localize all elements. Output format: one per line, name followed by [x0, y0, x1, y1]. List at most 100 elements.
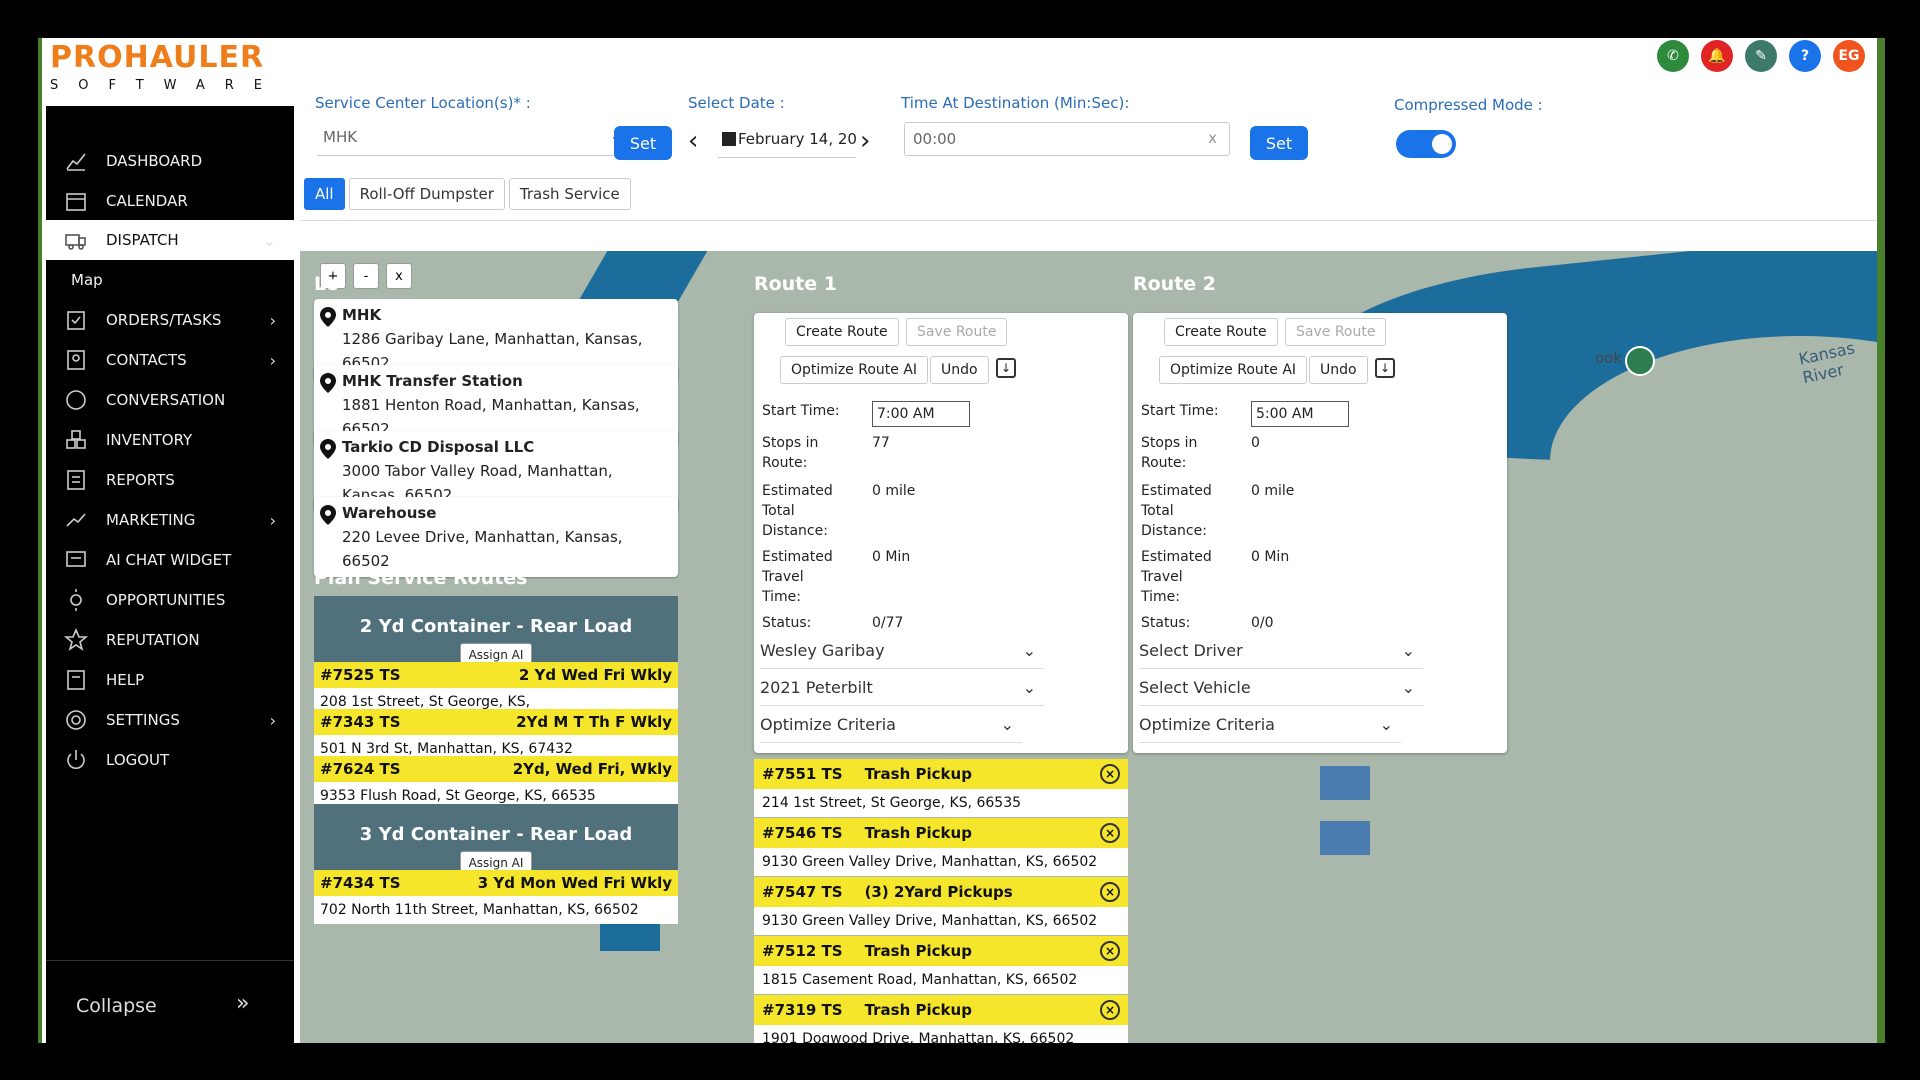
save-route-button[interactable]: Save Route	[1285, 318, 1387, 346]
remove-stop-icon[interactable]: ×	[1100, 1000, 1120, 1020]
set-location-button[interactable]: Set	[614, 126, 672, 160]
avatar-icon[interactable]: EG	[1833, 40, 1865, 72]
optimize-criteria-select[interactable]: Optimize Criteria ⌄	[760, 707, 1022, 743]
route-stop[interactable]: #7319 TS Trash Pickup × 1901 Dogwood Drive,…	[754, 995, 1128, 1043]
remove-stop-icon[interactable]: ×	[1100, 764, 1120, 784]
tab-roll-off-dumpster[interactable]: Roll-Off Dumpster	[348, 178, 505, 210]
phone-icon[interactable]: ✆	[1657, 40, 1689, 72]
optimize-route-button[interactable]: Optimize Route AI	[1159, 356, 1308, 384]
sidebar-item-dashboard[interactable]: DASHBOARD	[46, 141, 294, 181]
time-input[interactable]: 00:00 x	[904, 122, 1230, 156]
calendar-icon	[62, 189, 90, 213]
route-stop-desc: Trash Pickup	[864, 1001, 972, 1019]
start-time-input[interactable]: 5:00 AM	[1251, 401, 1349, 427]
stops-label: Stops in Route:	[762, 435, 819, 471]
route-stop[interactable]: #7546 TS Trash Pickup × 9130 Green Valley D…	[754, 818, 1128, 876]
vehicle-select[interactable]: 2021 Peterbilt ⌄	[760, 670, 1044, 706]
help-icon[interactable]: ?	[1789, 40, 1821, 72]
date-value: February 14, 2025	[738, 130, 856, 148]
start-time-input[interactable]: 7:00 AM	[872, 401, 970, 427]
driver-select[interactable]: Select Driver ⌄	[1139, 633, 1423, 669]
driver-select[interactable]: Wesley Garibay ⌄	[760, 633, 1044, 669]
save-route-button[interactable]: Save Route	[906, 318, 1008, 346]
map-building	[1320, 766, 1370, 800]
job-item[interactable]: #7434 TS 3 Yd Mon Wed Fri Wkly 702 North 1…	[314, 870, 678, 924]
sidebar-item-opportunities[interactable]: OPPORTUNITIES	[46, 580, 294, 620]
clear-icon[interactable]: x	[1208, 129, 1217, 147]
create-route-button[interactable]: Create Route	[1164, 318, 1278, 346]
sidebar-item-marketing[interactable]: MARKETING ›	[46, 500, 294, 540]
route-stop[interactable]: #7512 TS Trash Pickup × 1815 Casement Road,…	[754, 936, 1128, 994]
tools-icon[interactable]: ✎	[1745, 40, 1777, 72]
close-map-button[interactable]: x	[386, 263, 412, 289]
route-stop-desc: (3) 2Yard Pickups	[864, 883, 1013, 901]
distance-label: Estimated Total Distance:	[1141, 483, 1212, 539]
map-pin-icon	[320, 373, 336, 393]
sidebar-item-contacts[interactable]: CONTACTS ›	[46, 340, 294, 380]
route-stop[interactable]: #7547 TS (3) 2Yard Pickups × 9130 Green Val…	[754, 877, 1128, 935]
sidebar-item-help[interactable]: HELP	[46, 660, 294, 700]
prev-date-icon[interactable]: ‹	[688, 126, 698, 156]
bell-icon[interactable]: 🔔	[1701, 40, 1733, 72]
optimize-criteria-select[interactable]: Optimize Criteria ⌄	[1139, 707, 1401, 743]
sidebar-item-map[interactable]: Map	[46, 260, 294, 300]
star-icon	[62, 628, 90, 652]
sidebar-item-reports[interactable]: REPORTS	[46, 460, 294, 500]
job-item[interactable]: #7525 TS 2 Yd Wed Fri Wkly 208 1st Street,…	[314, 662, 678, 716]
sidebar-item-logout[interactable]: LOGOUT	[46, 740, 294, 780]
optimize-route-button[interactable]: Optimize Route AI	[780, 356, 929, 384]
route-stop-id: #7319 TS	[762, 1001, 843, 1019]
sidebar-item-label: Map	[71, 271, 103, 289]
route-stop[interactable]: #7551 TS Trash Pickup × 214 1st Street, St …	[754, 759, 1128, 817]
sidebar-item-label: LOGOUT	[106, 751, 170, 769]
route-stop-desc: Trash Pickup	[864, 942, 972, 960]
undo-button[interactable]: Undo	[930, 356, 989, 384]
job-id: #7525 TS	[320, 666, 401, 684]
download-icon[interactable]: ↓	[996, 358, 1016, 378]
power-icon	[62, 748, 90, 772]
remove-stop-icon[interactable]: ×	[1100, 882, 1120, 902]
job-id: #7434 TS	[320, 874, 401, 892]
location-card[interactable]: Warehouse 220 Levee Drive, Manhattan, Kan…	[314, 497, 678, 577]
date-picker[interactable]: February 14, 2025	[718, 126, 856, 158]
location-name: Tarkio CD Disposal LLC	[342, 438, 535, 456]
chevron-down-icon: ⌄	[1379, 715, 1393, 734]
chevron-down-icon: ⌄	[1022, 641, 1036, 660]
clipboard-check-icon	[62, 308, 90, 332]
zoom-out-button[interactable]: -	[353, 263, 379, 289]
set-time-button[interactable]: Set	[1250, 126, 1308, 160]
toggle-knob	[1432, 134, 1452, 154]
job-item[interactable]: #7343 TS 2Yd M T Th F Wkly 501 N 3rd St, M…	[314, 709, 678, 763]
vehicle-select[interactable]: Select Vehicle ⌄	[1139, 670, 1423, 706]
sidebar-item-dispatch[interactable]: DISPATCH ⌄	[46, 220, 294, 260]
undo-button[interactable]: Undo	[1309, 356, 1368, 384]
collapse-button[interactable]: Collapse »	[46, 960, 294, 1043]
download-icon[interactable]: ↓	[1375, 358, 1395, 378]
chat-bubble-icon	[62, 388, 90, 412]
sidebar-item-inventory[interactable]: INVENTORY	[46, 420, 294, 460]
remove-stop-icon[interactable]: ×	[1100, 941, 1120, 961]
route-stop-address: 1901 Dogwood Drive, Manhattan, KS, 66502	[754, 1025, 1128, 1043]
map-poi-label: ook	[1595, 349, 1623, 367]
sidebar-item-orders-tasks[interactable]: ORDERS/TASKS ›	[46, 300, 294, 340]
compressed-mode-toggle[interactable]	[1396, 130, 1456, 158]
sidebar-item-conversation[interactable]: CONVERSATION	[46, 380, 294, 420]
chevron-right-icon: ›	[269, 350, 276, 370]
create-route-button[interactable]: Create Route	[785, 318, 899, 346]
park-icon	[1625, 346, 1655, 376]
route-stop-address: 9130 Green Valley Drive, Manhattan, KS, …	[754, 907, 1128, 935]
remove-stop-icon[interactable]: ×	[1100, 823, 1120, 843]
app-window: PROHAULER SOFTWARE DASHBOARD CALENDAR DISP…	[42, 38, 1883, 1043]
tab-all[interactable]: All	[304, 178, 345, 210]
service-center-select[interactable]: MHK ⌄	[317, 124, 633, 156]
sidebar-item-calendar[interactable]: CALENDAR	[46, 181, 294, 221]
travel-time-value: 0 Min	[872, 549, 911, 565]
sidebar-item-ai-chat-widget[interactable]: AI CHAT WIDGET	[46, 540, 294, 580]
sidebar-item-settings[interactable]: SETTINGS ›	[46, 700, 294, 740]
next-date-icon[interactable]: ›	[860, 126, 870, 156]
job-item[interactable]: #7624 TS 2Yd, Wed Fri, Wkly 9353 Flush Roa…	[314, 756, 678, 810]
map[interactable]: ook Kansas River + - x Lo MHK 1286 Garibay …	[300, 251, 1883, 1043]
tab-trash-service[interactable]: Trash Service	[508, 178, 631, 210]
sidebar-item-reputation[interactable]: REPUTATION	[46, 620, 294, 660]
marketing-icon	[62, 508, 90, 532]
